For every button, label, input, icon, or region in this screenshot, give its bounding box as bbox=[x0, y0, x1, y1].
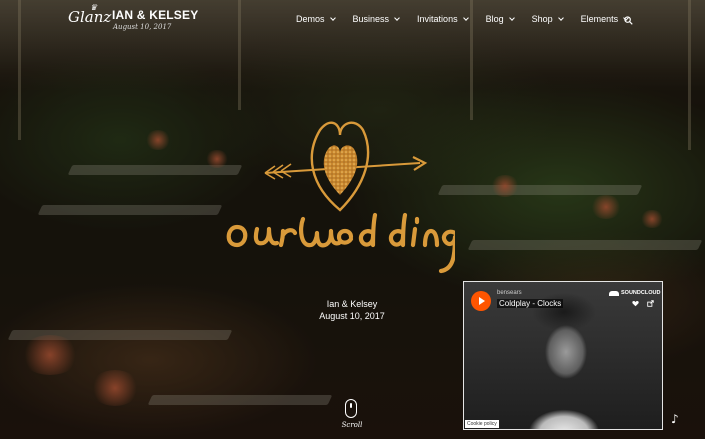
music-note-icon[interactable]: ♪ bbox=[671, 412, 683, 426]
share-icon[interactable] bbox=[647, 300, 654, 307]
chevron-down-icon bbox=[508, 15, 515, 21]
play-button[interactable] bbox=[471, 291, 491, 311]
cloud-icon bbox=[609, 290, 619, 296]
brand-date: August 10, 2017 bbox=[113, 23, 172, 31]
scroll-mouse-icon[interactable] bbox=[345, 399, 357, 418]
chevron-down-icon bbox=[557, 15, 564, 21]
nav-item-business[interactable]: Business bbox=[353, 14, 400, 24]
chevron-down-icon bbox=[329, 15, 336, 21]
nav-item-label: Business bbox=[352, 14, 390, 24]
track-user[interactable]: bensears bbox=[497, 290, 522, 296]
couple-names: Ian & Kelsey bbox=[326, 299, 378, 309]
site-header: Glanz ♛ IAN & KELSEY August 10, 2017 Dem… bbox=[0, 0, 705, 42]
wedding-title-art bbox=[225, 115, 458, 280]
nav-item-shop[interactable]: Shop bbox=[531, 14, 564, 24]
nav-item-demos[interactable]: Demos bbox=[296, 14, 336, 24]
chevron-down-icon bbox=[462, 15, 469, 21]
nav-item-invitations[interactable]: Invitations bbox=[417, 14, 469, 24]
wedding-date: August 10, 2017 bbox=[319, 311, 385, 321]
nav-item-label: Blog bbox=[485, 14, 504, 24]
cookie-policy-link[interactable]: Cookie policy bbox=[465, 420, 499, 428]
heart-arrow-icon bbox=[226, 121, 458, 274]
nav-item-label: Invitations bbox=[417, 14, 458, 24]
soundcloud-player: bensears Coldplay - Clocks SOUNDCLOUD Co… bbox=[463, 281, 663, 430]
brand-name[interactable]: IAN & KELSEY bbox=[112, 8, 198, 22]
nav-item-elements[interactable]: Elements bbox=[581, 14, 629, 24]
search-icon[interactable] bbox=[624, 16, 633, 25]
nav-item-label: Demos bbox=[296, 14, 325, 24]
main-nav: Demos Business Invitations Blog Shop Ele… bbox=[296, 14, 646, 24]
scroll-label: Scroll bbox=[341, 421, 363, 429]
soundcloud-brand: SOUNDCLOUD bbox=[621, 290, 661, 296]
site-logo[interactable]: Glanz ♛ bbox=[68, 3, 111, 32]
crown-icon: ♛ bbox=[90, 3, 98, 12]
couple-info: Ian & Kelsey August 10, 2017 bbox=[300, 298, 404, 322]
heart-icon[interactable] bbox=[632, 300, 639, 307]
track-title[interactable]: Coldplay - Clocks bbox=[497, 299, 564, 308]
soundcloud-logo[interactable]: SOUNDCLOUD bbox=[609, 290, 660, 296]
nav-item-blog[interactable]: Blog bbox=[485, 14, 515, 24]
nav-item-label: Elements bbox=[580, 14, 619, 24]
nav-item-label: Shop bbox=[531, 14, 553, 24]
chevron-down-icon bbox=[394, 15, 400, 21]
